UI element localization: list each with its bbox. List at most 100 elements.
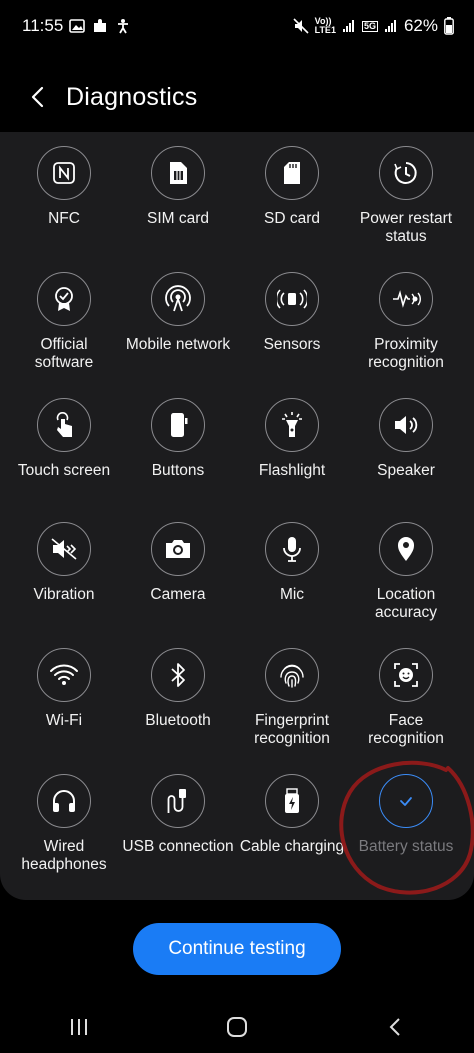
continue-testing-button[interactable]: Continue testing <box>133 923 341 975</box>
test-tile-touch-screen[interactable]: Touch screen <box>7 398 121 522</box>
test-label: Wi-Fi <box>45 712 83 729</box>
test-label: Bluetooth <box>145 712 211 729</box>
test-label: Sensors <box>263 336 321 353</box>
test-tile-location[interactable]: Location accuracy <box>349 522 463 648</box>
mic-icon <box>265 522 319 576</box>
test-label: NFC <box>48 210 80 227</box>
battery-icon <box>444 17 454 35</box>
test-tile-mobile-network[interactable]: Mobile network <box>121 272 235 398</box>
test-label: Proximity recognition <box>368 336 444 371</box>
test-label: USB connection <box>122 838 234 855</box>
buttons-icon <box>151 398 205 452</box>
status-bar-left: 11:55 <box>22 16 131 36</box>
mute-icon <box>293 18 309 34</box>
checkmark-icon <box>379 774 433 828</box>
app-header: Diagnostics <box>0 62 474 132</box>
test-label: Power restart status <box>359 210 453 245</box>
test-label: Fingerprint recognition <box>254 712 330 747</box>
test-label: Cable charging <box>239 838 345 855</box>
signal-icon <box>342 19 356 33</box>
sd-card-icon <box>265 146 319 200</box>
fingerprint-icon <box>265 648 319 702</box>
test-label: Official software <box>34 336 94 371</box>
test-tile-battery-status[interactable]: Battery status <box>349 774 463 900</box>
test-tile-nfc[interactable]: NFC <box>7 146 121 272</box>
recent-apps-button[interactable] <box>49 1007 109 1047</box>
status-bar: 11:55 Vo)) LTE1 5G 62% <box>0 0 474 52</box>
back-button[interactable] <box>18 77 58 117</box>
vibration-icon <box>37 522 91 576</box>
test-label: Speaker <box>377 462 435 479</box>
location-icon <box>379 522 433 576</box>
diagnostics-panel: NFC SIM card SD card Power restart statu… <box>0 132 474 900</box>
test-tile-sim-card[interactable]: SIM card <box>121 146 235 272</box>
test-tile-camera[interactable]: Camera <box>121 522 235 648</box>
test-tile-proximity[interactable]: Proximity recognition <box>349 272 463 398</box>
test-tile-bluetooth[interactable]: Bluetooth <box>121 648 235 774</box>
gallery-notification-icon <box>69 19 86 33</box>
test-label: Battery status <box>358 838 454 855</box>
test-tile-flashlight[interactable]: Flashlight <box>235 398 349 522</box>
test-label: Location accuracy <box>374 586 438 621</box>
network-5g-indicator: 5G <box>361 20 378 32</box>
test-label: Face recognition <box>368 712 444 747</box>
back-icon <box>389 1017 400 1036</box>
face-recognition-icon <box>379 648 433 702</box>
test-label: Camera <box>150 586 206 603</box>
test-tile-speaker[interactable]: Speaker <box>349 398 463 522</box>
test-tile-buttons[interactable]: Buttons <box>121 398 235 522</box>
sensors-icon <box>265 272 319 326</box>
system-back-button[interactable] <box>365 1007 425 1047</box>
test-tile-fingerprint[interactable]: Fingerprint recognition <box>235 648 349 774</box>
system-nav-bar <box>0 1000 474 1053</box>
accessibility-notification-icon <box>115 18 131 34</box>
test-tile-official-software[interactable]: Official software <box>7 272 121 398</box>
mobile-network-icon <box>151 272 205 326</box>
test-tile-sensors[interactable]: Sensors <box>235 272 349 398</box>
signal-icon-2 <box>384 19 398 33</box>
bluetooth-icon <box>151 648 205 702</box>
recent-apps-icon <box>71 1018 87 1035</box>
test-tile-wired-headphones[interactable]: Wired headphones <box>7 774 121 900</box>
test-label: Vibration <box>33 586 95 603</box>
test-label: Mobile network <box>125 336 231 353</box>
nfc-icon <box>37 146 91 200</box>
sim-card-icon <box>151 146 205 200</box>
speaker-icon <box>379 398 433 452</box>
test-label: Touch screen <box>17 462 111 479</box>
wifi-icon <box>37 648 91 702</box>
home-icon <box>227 1016 247 1037</box>
test-label: Wired headphones <box>21 838 107 873</box>
test-tile-cable-charging[interactable]: Cable charging <box>235 774 349 900</box>
test-tile-vibration[interactable]: Vibration <box>7 522 121 648</box>
test-label: Mic <box>279 586 305 603</box>
test-tile-wifi[interactable]: Wi-Fi <box>7 648 121 774</box>
test-tile-sd-card[interactable]: SD card <box>235 146 349 272</box>
camera-icon <box>151 522 205 576</box>
chevron-left-icon <box>31 86 44 108</box>
status-time: 11:55 <box>22 16 64 35</box>
puzzle-notification-icon <box>91 17 109 35</box>
headphones-icon <box>37 774 91 828</box>
battery-percent: 62% <box>403 16 438 35</box>
home-button[interactable] <box>207 1007 267 1047</box>
flashlight-icon <box>265 398 319 452</box>
page-title: Diagnostics <box>66 82 198 111</box>
test-label: Buttons <box>151 462 205 479</box>
test-tile-usb-connection[interactable]: USB connection <box>121 774 235 900</box>
test-tile-face-recognition[interactable]: Face recognition <box>349 648 463 774</box>
volte-indicator: Vo)) LTE1 <box>314 16 336 35</box>
test-label: Flashlight <box>258 462 326 479</box>
test-tile-power-restart[interactable]: Power restart status <box>349 146 463 272</box>
cable-charging-icon <box>265 774 319 828</box>
test-tile-mic[interactable]: Mic <box>235 522 349 648</box>
proximity-icon <box>379 272 433 326</box>
test-grid: NFC SIM card SD card Power restart statu… <box>7 146 463 900</box>
touch-screen-icon <box>37 398 91 452</box>
test-label: SD card <box>264 210 320 227</box>
power-restart-icon <box>379 146 433 200</box>
official-software-icon <box>37 272 91 326</box>
test-label: SIM card <box>146 210 209 227</box>
status-bar-right: Vo)) LTE1 5G 62% <box>293 16 454 36</box>
usb-icon <box>151 774 205 828</box>
